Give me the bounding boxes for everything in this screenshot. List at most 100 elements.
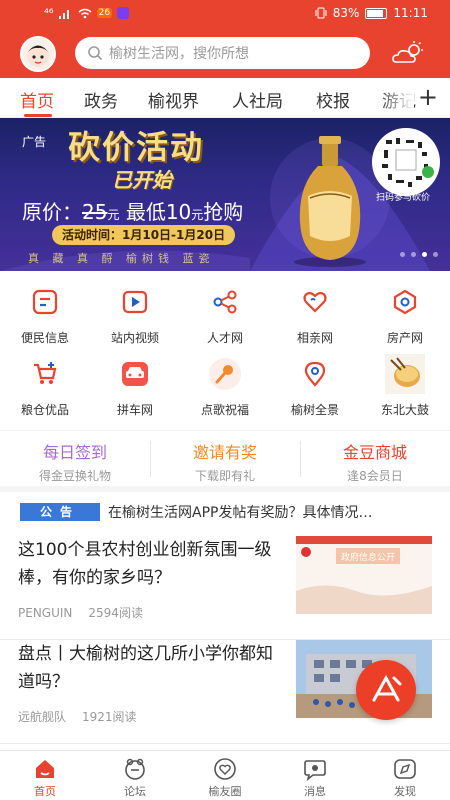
share-nodes-icon — [205, 282, 245, 322]
tabs-fade — [378, 78, 414, 117]
nav-messages[interactable]: 消息 — [270, 751, 360, 800]
promo-title: 金豆商城 — [342, 443, 407, 462]
quick-link-realestate[interactable]: 房产网 — [360, 282, 450, 352]
notification-badge: 26 — [96, 8, 113, 18]
message-bubble-icon — [304, 760, 326, 781]
status-bar: ⁴⁶ 26 83% 11:11 — [0, 0, 450, 28]
quick-link-video[interactable]: 站内视频 — [90, 282, 180, 352]
status-right: 83% 11:11 — [315, 6, 428, 20]
avatar[interactable] — [20, 36, 56, 72]
app-notification-icon — [117, 7, 130, 19]
vibrate-icon — [315, 7, 327, 19]
quick-link-label: 粮仓优品 — [20, 403, 69, 417]
news-source: PENGUIN — [18, 606, 73, 620]
qr-code — [372, 128, 440, 196]
carousel-dots — [400, 252, 438, 257]
channel-tabs: 首页 政务 榆视界 人社局 校报 游记 + — [0, 78, 450, 118]
liquor-bottle-image — [294, 136, 366, 267]
map-pin-icon — [295, 354, 335, 394]
tab-government[interactable]: 政务 — [84, 87, 118, 112]
home-icon — [36, 760, 54, 778]
nav-discover[interactable]: 发现 — [360, 751, 450, 800]
news-reads: 1921阅读 — [82, 710, 137, 724]
quick-link-carpool[interactable]: 拼车网 — [90, 354, 180, 424]
price-min-unit: 元 — [191, 208, 204, 222]
notice-bar[interactable]: 公告 在榆树生活网APP发帖有奖励？具体情况… — [0, 498, 450, 526]
invite-reward[interactable]: 邀请有奖 下载即有礼 — [150, 439, 300, 484]
tab-hr-bureau[interactable]: 人社局 — [232, 87, 283, 112]
quick-link-grain-store[interactable]: 粮仓优品 — [0, 354, 90, 424]
price-original: 25 — [82, 200, 108, 224]
quick-link-panorama[interactable]: 榆树全景 — [270, 354, 360, 424]
qr-code-pattern — [382, 138, 434, 187]
banner-subtitle: 已开始 — [112, 168, 172, 192]
add-channel-icon[interactable]: + — [418, 83, 438, 111]
news-item[interactable]: 这100个县农村创业创新氛围一级棒，有你的家乡吗？ PENGUIN 2594阅读 … — [0, 536, 450, 640]
promo-title: 邀请有奖 — [192, 443, 257, 462]
quick-link-label: 便民信息 — [20, 331, 69, 345]
clock: 11:11 — [393, 6, 428, 20]
quick-link-label: 拼车网 — [116, 403, 153, 417]
status-left: ⁴⁶ 26 — [44, 6, 130, 20]
car-icon — [115, 354, 155, 394]
nav-label: 榆友圈 — [208, 785, 242, 798]
quick-link-talent[interactable]: 人才网 — [180, 282, 270, 352]
app-screen: ⁴⁶ 26 83% 11:11 榆树生活网，搜你所想 首页 政务 榆视界 人社局… — [0, 0, 450, 800]
nav-friends-circle[interactable]: 榆友圈 — [180, 751, 270, 800]
search-bar[interactable]: 榆树生活网，搜你所想 — [75, 37, 370, 69]
heart-circle-icon — [214, 758, 236, 780]
tab-home[interactable]: 首页 — [20, 87, 54, 112]
quick-link-label: 房产网 — [386, 331, 423, 345]
news-title: 这100个县农村创业创新氛围一级棒，有你的家乡吗？ — [18, 540, 272, 588]
info-card-icon — [25, 282, 65, 322]
news-meta: 远航舰队 1921阅读 — [18, 708, 137, 725]
gold-bean-mall[interactable]: 金豆商城 逢8会员日 — [300, 439, 450, 484]
banner-title: 砍价活动 — [68, 128, 205, 166]
news-meta: PENGUIN 2594阅读 — [18, 604, 143, 621]
weather-cloud-sun-icon[interactable] — [390, 40, 426, 68]
compass-icon — [394, 759, 416, 779]
news-thumbnail: 政府信息公开 — [296, 536, 432, 614]
house-icon — [385, 282, 425, 322]
banner-date-range: 活动时间：1月10日-1月20日 — [52, 225, 236, 245]
post-button[interactable] — [356, 660, 416, 720]
promo-subtitle: 得金豆换礼物 — [38, 469, 111, 483]
nav-home[interactable]: 首页 — [0, 751, 90, 800]
promo-subtitle: 逢8会员日 — [347, 469, 403, 483]
quick-link-info[interactable]: 便民信息 — [0, 282, 90, 352]
tab-video-world[interactable]: 榆视界 — [148, 87, 199, 112]
nav-label: 论坛 — [124, 785, 146, 798]
notice-tag: 公告 — [20, 503, 100, 521]
nav-forum[interactable]: 论坛 — [90, 751, 180, 800]
tab-school-news[interactable]: 校报 — [316, 87, 350, 112]
carousel-dot-active — [422, 252, 427, 257]
carousel-dot — [433, 252, 438, 257]
ad-label: 广告 — [22, 135, 47, 149]
search-placeholder: 榆树生活网，搜你所想 — [109, 46, 249, 62]
shopping-cart-icon — [25, 354, 65, 394]
banner-price: 原价：25元 最低10元抢购 — [22, 196, 243, 225]
nav-label: 消息 — [304, 785, 326, 798]
carousel-dot — [400, 252, 405, 257]
banner-brand-line: 真 藏 真 酹 榆树钱 蓝瓷 — [28, 252, 215, 265]
ad-banner[interactable]: 广告 砍价活动 已开始 原价：25元 最低10元抢购 活动时间：1月10日-1月… — [0, 118, 450, 271]
quick-link-label: 东北大鼓 — [380, 403, 429, 417]
quick-link-drum[interactable]: 东北大鼓 — [360, 354, 450, 424]
quick-link-dating[interactable]: 相亲网 — [270, 282, 360, 352]
quick-links-grid: 便民信息 站内视频 人才网 相亲网 房产网 粮仓优品 拼车网 点歌祝福 榆树全景… — [0, 282, 450, 422]
battery-percent: 83% — [332, 6, 360, 20]
carousel-dot — [411, 252, 416, 257]
promo-title: 每日签到 — [42, 443, 107, 462]
news-title: 盘点丨大榆树的这几所小学你都知道吗？ — [18, 644, 273, 692]
forum-icon — [125, 758, 145, 780]
active-tab-indicator — [24, 114, 52, 117]
drum-icon — [385, 354, 425, 394]
quick-link-song-wish[interactable]: 点歌祝福 — [180, 354, 270, 424]
daily-checkin[interactable]: 每日签到 得金豆换礼物 — [0, 439, 150, 484]
pen-icon — [372, 674, 402, 702]
bottom-nav: 首页 论坛 榆友圈 消息 发现 — [0, 750, 450, 800]
promo-subtitle: 下载即有礼 — [194, 469, 255, 483]
promo-row: 每日签到 得金豆换礼物 邀请有奖 下载即有礼 金豆商城 逢8会员日 — [0, 430, 450, 492]
thumbnail-caption: 政府信息公开 — [341, 551, 395, 563]
news-source: 远航舰队 — [18, 710, 67, 724]
